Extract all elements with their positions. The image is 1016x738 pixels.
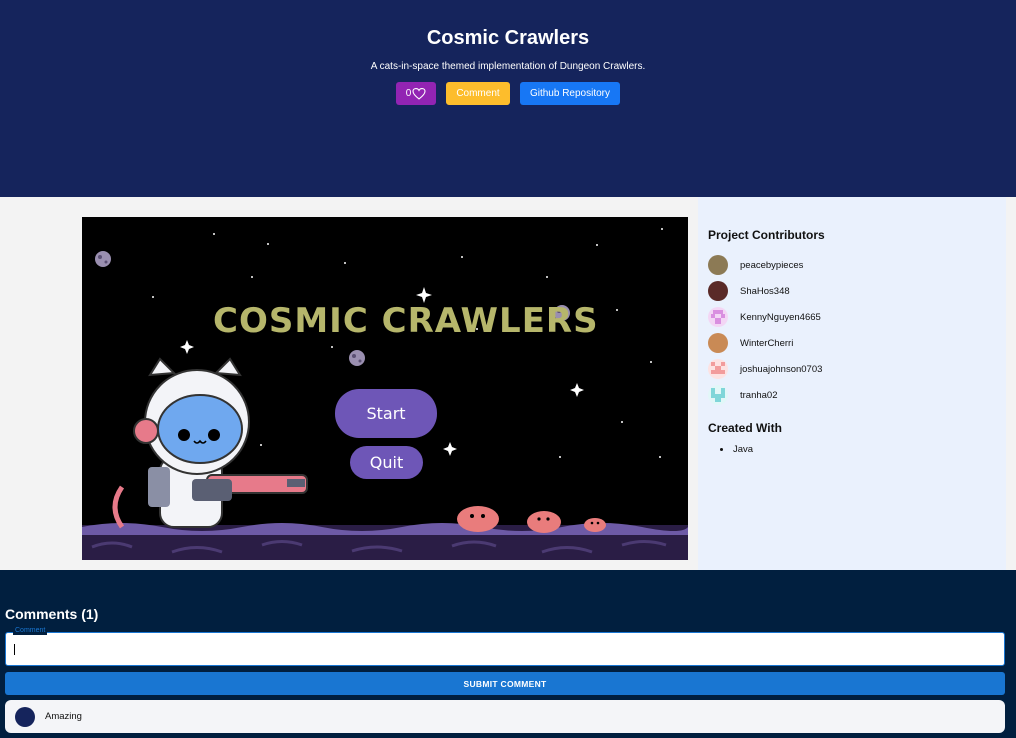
- comment-input-label: Comment: [13, 627, 48, 635]
- contributor-item[interactable]: joshuajohnson0703: [708, 359, 822, 379]
- contributor-name: KennyNguyen4665: [740, 311, 821, 323]
- github-repository-button[interactable]: Github Repository: [520, 82, 620, 105]
- contributors-heading: Project Contributors: [708, 228, 825, 242]
- game-screenshot: COSMIC CRAWLERS Start Quit: [82, 217, 688, 560]
- contributor-item[interactable]: ShaHos348: [708, 281, 790, 301]
- action-buttons: 0 Comment Github Repository: [0, 82, 1016, 105]
- contributor-name: tranha02: [740, 389, 778, 401]
- game-quit-button: Quit: [350, 446, 423, 479]
- heart-icon: [412, 87, 426, 100]
- like-button[interactable]: 0: [396, 82, 436, 105]
- avatar: [708, 385, 728, 405]
- language-item: Java: [720, 444, 753, 455]
- project-sidebar: Project Contributors peacebypieces ShaHo…: [698, 197, 1006, 570]
- avatar: [708, 281, 728, 301]
- contributor-name: peacebypieces: [740, 259, 804, 271]
- contributor-item[interactable]: peacebypieces: [708, 255, 803, 275]
- text-caret: [14, 644, 15, 655]
- like-count: 0: [405, 88, 412, 99]
- comments-section: Comments (1) Comment SUBMIT COMMENT Amaz…: [0, 570, 1016, 738]
- contributor-item[interactable]: WinterCherri: [708, 333, 793, 353]
- created-with-heading: Created With: [708, 421, 782, 435]
- avatar: [708, 333, 728, 353]
- contributor-name: joshuajohnson0703: [740, 363, 823, 375]
- project-title: Cosmic Crawlers: [426, 27, 590, 49]
- comment-item: Amazing: [5, 700, 1005, 733]
- avatar: [15, 706, 35, 727]
- comment-input[interactable]: Comment: [5, 627, 1005, 666]
- avatar: [708, 307, 728, 327]
- project-subtitle: A cats-in-space themed implementation of…: [370, 61, 646, 72]
- avatar: [708, 255, 728, 275]
- project-header: Cosmic Crawlers A cats-in-space themed i…: [0, 0, 1016, 197]
- comment-button[interactable]: Comment: [446, 82, 510, 105]
- contributor-item[interactable]: KennyNguyen4665: [708, 307, 821, 327]
- comment-text: Amazing: [45, 711, 82, 722]
- contributor-name: ShaHos348: [740, 285, 790, 297]
- bullet: [720, 448, 723, 451]
- comments-heading: Comments (1): [5, 606, 99, 622]
- game-title-art: COSMIC CRAWLERS: [213, 301, 599, 341]
- game-start-button: Start: [335, 389, 437, 438]
- submit-comment-button[interactable]: SUBMIT COMMENT: [5, 672, 1005, 695]
- contributor-name: WinterCherri: [740, 337, 794, 349]
- avatar: [708, 359, 728, 379]
- language-name: Java: [733, 444, 754, 455]
- contributor-item[interactable]: tranha02: [708, 385, 778, 405]
